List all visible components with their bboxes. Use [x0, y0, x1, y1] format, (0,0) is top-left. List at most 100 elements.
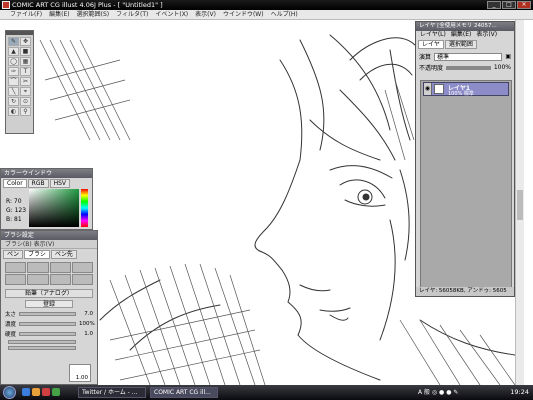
clock[interactable]: 19:24 [510, 387, 529, 398]
fill-tool-icon[interactable]: ▲ [8, 47, 19, 56]
pen-tool-icon[interactable]: ✎ [8, 37, 19, 46]
zoom-tool-icon[interactable]: ⚲ [20, 107, 31, 116]
brush-window: ブラシ設定 ブラシ(B) 表示(V) ペン ブラシ ペン先 鉛筆（アナログ） 登… [0, 230, 98, 385]
slider-track[interactable] [8, 346, 76, 350]
quick-launch-media-icon[interactable] [42, 388, 50, 396]
brush-tool-icon[interactable]: ✑ [8, 67, 19, 76]
brush-menu-brush[interactable]: ブラシ(B) [5, 241, 32, 248]
brush-menu-view[interactable]: 表示(V) [34, 241, 55, 248]
vertical-scrollbar[interactable] [515, 20, 524, 385]
layer-menu-edit[interactable]: 編集(E) [451, 31, 471, 39]
slider-hardness[interactable]: 硬度 1.0 [5, 330, 93, 338]
tab-layer[interactable]: レイヤ [418, 40, 444, 49]
layer-mode: 100% 標準 [448, 91, 474, 97]
rgb-readout: R: 70 G: 123 B: 81 [6, 197, 26, 224]
menu-selection[interactable]: 選択範囲(S) [77, 10, 110, 19]
register-button[interactable]: 登録 [25, 300, 73, 308]
text-tool-icon[interactable]: T [20, 67, 31, 76]
slider-label: 濃度 [5, 322, 17, 328]
slider-track[interactable] [19, 332, 76, 336]
rotate-tool-icon[interactable]: ↻ [8, 97, 19, 106]
dodge-tool-icon[interactable]: ◐ [8, 107, 19, 116]
slider-size[interactable]: 太さ 7.0 [5, 310, 93, 318]
crosshair-tool-icon[interactable]: ⌖ [20, 87, 31, 96]
layer-window: レイヤ [全使用メモリ 24057... レイヤ(L) 編集(E) 表示(V) … [415, 21, 515, 297]
brush-preset[interactable] [27, 274, 49, 285]
brush-preset[interactable] [5, 262, 27, 273]
quick-launch-folder-icon[interactable] [32, 388, 40, 396]
start-button[interactable] [3, 386, 16, 399]
curve-tool-icon[interactable]: ⌒ [8, 77, 19, 86]
visibility-icon[interactable]: ◉ [424, 83, 432, 95]
close-button[interactable]: × [517, 1, 531, 9]
brush-preset[interactable] [27, 262, 49, 273]
blend-mode-select[interactable]: 標準 [434, 52, 503, 61]
title-bar: COMIC ART CG illust 4.06J Plus - [ "Unti… [0, 0, 533, 10]
tab-pen[interactable]: ペン [3, 250, 24, 259]
line-tool-icon[interactable]: ╲ [8, 87, 19, 96]
slider-track[interactable] [19, 322, 76, 326]
layer-menu-view[interactable]: 表示(V) [476, 31, 497, 39]
memory-status: レイヤ: 56058KB, アンドゥ: 5605 [416, 287, 514, 296]
tab-pen-tip[interactable]: ペン先 [50, 250, 77, 259]
brush-preset[interactable] [71, 274, 93, 285]
brush-preview: 1.00 [69, 364, 91, 382]
opacity-label: 不透明度 [419, 65, 444, 72]
slider-value: 7.0 [84, 311, 93, 317]
tab-brush[interactable]: ブラシ [24, 250, 50, 259]
brush-preset[interactable] [49, 262, 71, 273]
hue-slider[interactable] [81, 189, 88, 227]
slider-density[interactable]: 濃度 100% [5, 320, 95, 328]
brush-preset[interactable] [49, 274, 71, 285]
slider-label: 太さ [5, 312, 17, 318]
tray-icons[interactable]: A 般 ◎ ● ● ✎ [418, 389, 458, 396]
tab-rgb[interactable]: RGB [27, 179, 49, 188]
taskbar: Twitter / ホーム - ... COMIC ART CG ill... … [0, 385, 533, 400]
menu-window[interactable]: ウインドウ(W) [223, 10, 264, 19]
layer-thumbnail [434, 84, 444, 94]
cut-tool-icon[interactable]: ✂ [20, 77, 31, 86]
layer-settings-icon[interactable]: ▣ [505, 53, 511, 60]
brush-preset[interactable] [5, 274, 27, 285]
tab-hsv[interactable]: HSV [49, 179, 71, 188]
tab-selection[interactable]: 選択範囲 [444, 40, 477, 49]
taskbar-item-comic-art[interactable]: COMIC ART CG ill... [150, 387, 218, 398]
rect-tool-icon[interactable]: ■ [20, 47, 31, 56]
slider-extra[interactable] [5, 346, 93, 350]
layer-window-title[interactable]: レイヤ [全使用メモリ 24057... [416, 22, 514, 31]
brush-menu: ブラシ(B) 表示(V) [1, 240, 97, 249]
menu-view[interactable]: 表示(V) [195, 10, 216, 19]
slider-label: 硬度 [5, 332, 17, 338]
menu-help[interactable]: ヘルプ(H) [271, 10, 298, 19]
taskbar-item-twitter[interactable]: Twitter / ホーム - ... [78, 387, 146, 398]
menu-edit[interactable]: 編集(E) [49, 10, 69, 19]
ellipse-tool-icon[interactable]: ◯ [8, 57, 19, 66]
layer-item[interactable]: ◉ レイヤ1 100% 標準 [423, 82, 509, 97]
pattern-tool-icon[interactable]: ▦ [20, 57, 31, 66]
menu-bar: ファイル(F) 編集(E) 選択範囲(S) フィルタ(T) イベント(X) 表示… [0, 10, 533, 20]
maximize-button[interactable]: □ [502, 1, 516, 9]
layer-menu-layer[interactable]: レイヤ(L) [420, 31, 446, 39]
slider-track[interactable] [8, 340, 76, 344]
opacity-value: 100% [493, 64, 511, 71]
scrollbar-thumb[interactable] [517, 190, 523, 220]
brush-presets [1, 260, 97, 287]
move-tool-icon[interactable]: ✥ [20, 37, 31, 46]
saturation-picker[interactable] [29, 189, 79, 227]
slider-extra[interactable] [5, 340, 93, 344]
opacity-slider[interactable] [446, 65, 491, 70]
brush-preset[interactable] [71, 262, 93, 273]
menu-event[interactable]: イベント(X) [155, 10, 188, 19]
target-tool-icon[interactable]: ⊙ [20, 97, 31, 106]
color-window-title[interactable]: カラーウインドウ [1, 169, 92, 178]
quick-launch-browser-icon[interactable] [22, 388, 30, 396]
minimize-button[interactable]: _ [487, 1, 501, 9]
menu-file[interactable]: ファイル(F) [10, 10, 42, 19]
quick-launch-app-icon[interactable] [52, 388, 60, 396]
window-controls: _ □ × [487, 1, 531, 9]
brush-window-title[interactable]: ブラシ設定 [1, 231, 97, 240]
menu-filter[interactable]: フィルタ(T) [116, 10, 148, 19]
tab-color[interactable]: Color [3, 179, 27, 188]
color-window: カラーウインドウ Color RGB HSV R: 70 G: 123 B: 8… [0, 168, 93, 230]
slider-track[interactable] [19, 312, 76, 316]
